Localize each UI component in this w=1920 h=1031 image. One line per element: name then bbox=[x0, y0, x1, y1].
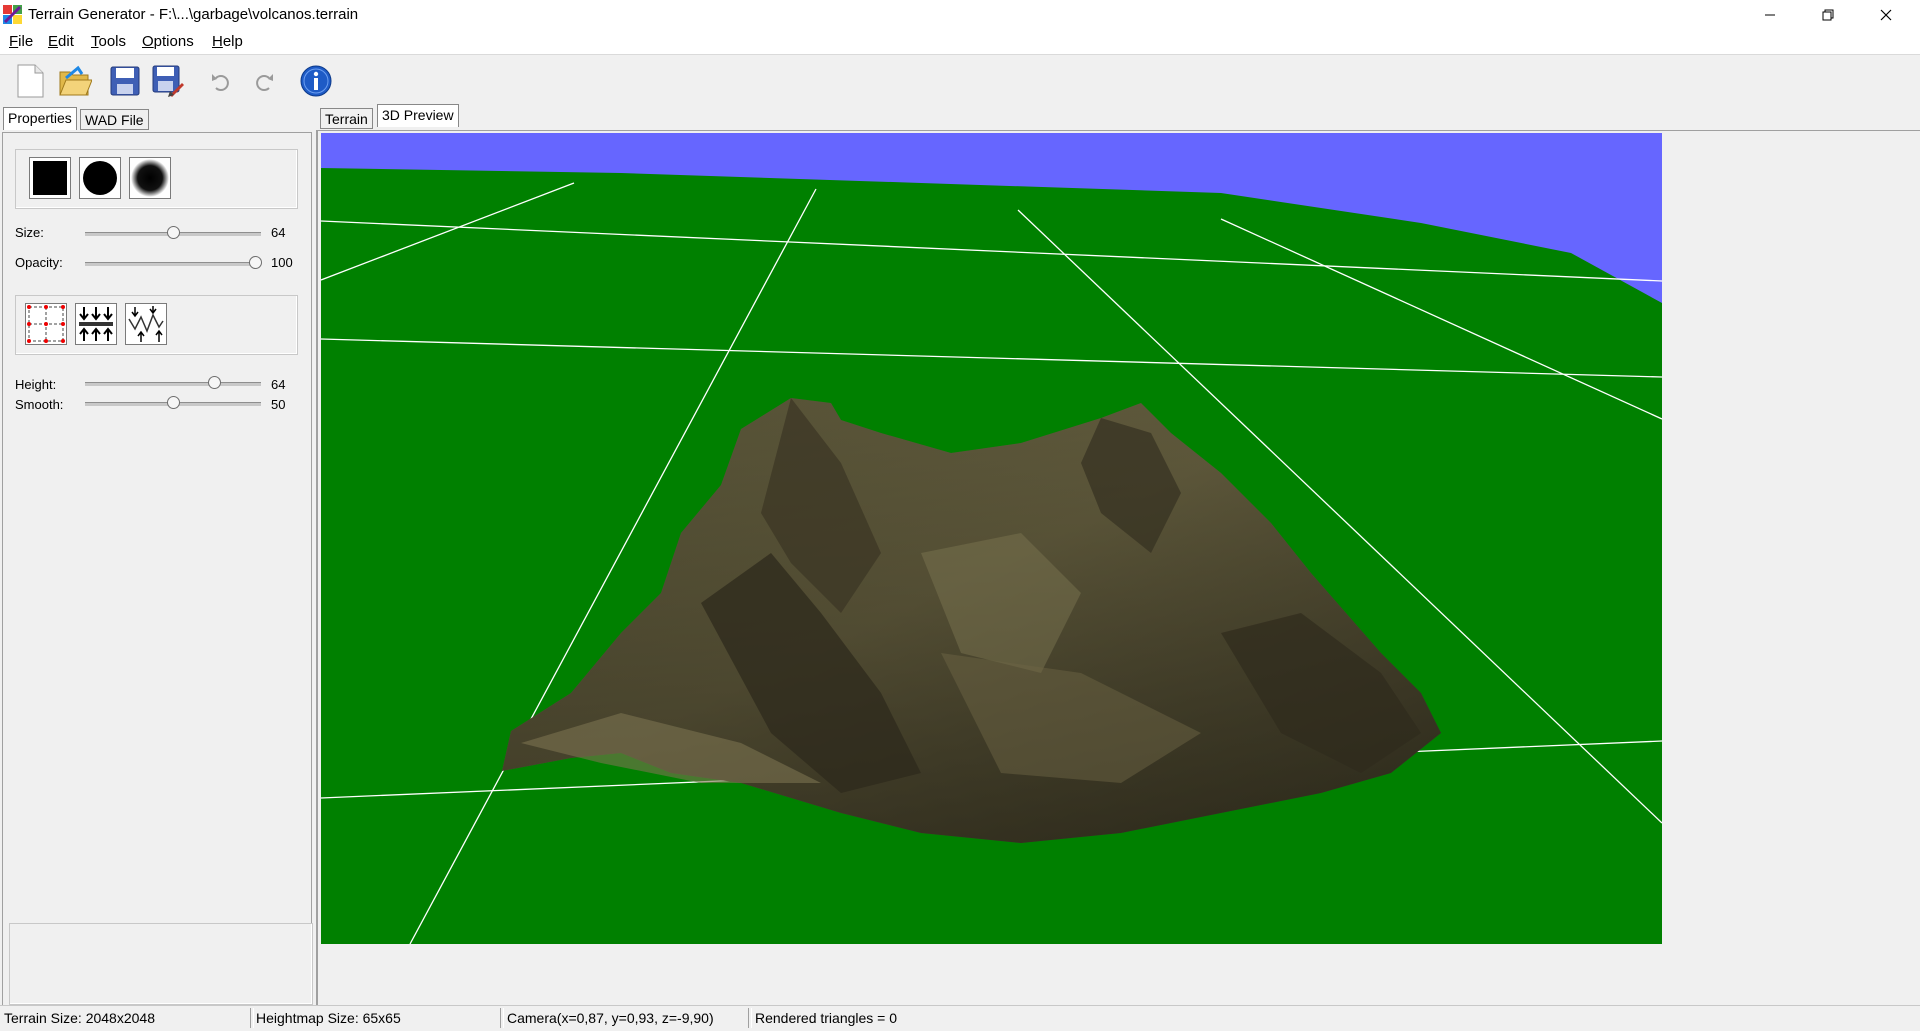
status-bar: Terrain Size: 2048x2048 Heightmap Size: … bbox=[0, 1005, 1920, 1031]
properties-panel: Size: 64 Opacity: 100 Height: 64 Smooth:… bbox=[2, 132, 313, 1008]
flatten-tool-button[interactable] bbox=[75, 303, 117, 345]
save-as-button[interactable] bbox=[150, 63, 186, 99]
smooth-slider-thumb[interactable] bbox=[167, 396, 180, 409]
3d-preview-viewport[interactable] bbox=[321, 133, 1662, 944]
undo-button[interactable] bbox=[203, 63, 239, 99]
undo-icon bbox=[212, 74, 229, 91]
status-separator bbox=[748, 1008, 752, 1028]
opacity-slider[interactable] bbox=[85, 256, 262, 270]
height-slider-thumb[interactable] bbox=[208, 376, 221, 389]
opacity-label: Opacity: bbox=[15, 255, 63, 270]
redo-icon bbox=[256, 74, 273, 91]
smooth-value: 50 bbox=[271, 397, 286, 412]
save-icon bbox=[110, 66, 140, 96]
flatten-icon bbox=[79, 307, 113, 341]
height-slider[interactable] bbox=[85, 376, 261, 390]
new-file-icon bbox=[17, 64, 44, 98]
menu-edit[interactable]: Edit bbox=[48, 33, 74, 50]
size-value: 64 bbox=[271, 225, 286, 240]
brush-tool-group bbox=[15, 295, 298, 355]
menu-file[interactable]: File bbox=[9, 33, 33, 50]
select-tool-button[interactable] bbox=[25, 303, 67, 345]
opacity-slider-thumb[interactable] bbox=[249, 256, 262, 269]
redo-button[interactable] bbox=[246, 63, 282, 99]
size-label: Size: bbox=[15, 225, 44, 240]
status-terrain-size: Terrain Size: 2048x2048 bbox=[4, 1010, 155, 1026]
minimize-button[interactable] bbox=[1741, 0, 1799, 30]
tab-terrain[interactable]: Terrain bbox=[320, 108, 373, 129]
status-heightmap-size: Heightmap Size: 65x65 bbox=[256, 1010, 401, 1026]
tab-properties[interactable]: Properties bbox=[3, 107, 77, 130]
soft-brush-button[interactable] bbox=[129, 157, 171, 199]
height-value: 64 bbox=[271, 377, 286, 392]
save-as-icon bbox=[152, 65, 184, 97]
minimize-icon bbox=[1765, 14, 1775, 16]
window-title: Terrain Generator - F:\...\garbage\volca… bbox=[28, 6, 359, 23]
close-icon bbox=[1880, 9, 1892, 21]
info-icon bbox=[300, 65, 332, 97]
toolbar bbox=[0, 55, 1920, 105]
left-panel: Properties WAD File Size: 64 Opacity: 10… bbox=[0, 105, 314, 1008]
circle-brush-button[interactable] bbox=[79, 157, 121, 199]
opacity-value: 100 bbox=[271, 255, 293, 270]
status-separator bbox=[250, 1008, 254, 1028]
status-triangles: Rendered triangles = 0 bbox=[755, 1010, 898, 1026]
restore-icon bbox=[1822, 9, 1834, 21]
app-icon bbox=[3, 5, 22, 24]
menu-tools[interactable]: Tools bbox=[91, 33, 126, 50]
brush-shape-group bbox=[15, 149, 298, 209]
close-button[interactable] bbox=[1857, 0, 1915, 30]
open-folder-icon bbox=[59, 65, 92, 96]
square-brush-icon bbox=[33, 161, 67, 195]
circle-brush-icon bbox=[83, 161, 117, 195]
opacity-slider-track bbox=[85, 262, 261, 266]
title-bar: Terrain Generator - F:\...\garbage\volca… bbox=[0, 0, 1920, 30]
tab-wad-file[interactable]: WAD File bbox=[80, 109, 149, 130]
save-button[interactable] bbox=[107, 63, 143, 99]
soft-brush-icon bbox=[131, 159, 169, 197]
height-slider-track bbox=[85, 382, 261, 386]
info-button[interactable] bbox=[298, 63, 334, 99]
new-button[interactable] bbox=[12, 63, 48, 99]
status-separator bbox=[500, 1008, 504, 1028]
status-camera: Camera(x=0,87, y=0,93, z=-9,90) bbox=[507, 1010, 714, 1026]
noise-wave-icon bbox=[128, 306, 164, 342]
tab-3d-preview[interactable]: 3D Preview bbox=[377, 104, 459, 127]
smooth-label: Smooth: bbox=[15, 397, 64, 412]
square-brush-button[interactable] bbox=[29, 157, 71, 199]
size-slider[interactable] bbox=[85, 226, 261, 240]
noise-tool-button[interactable] bbox=[125, 303, 167, 345]
select-grid-icon bbox=[27, 305, 65, 343]
menu-help[interactable]: Help bbox=[212, 33, 243, 50]
info-box bbox=[9, 923, 313, 1005]
size-slider-thumb[interactable] bbox=[167, 226, 180, 239]
height-label: Height: bbox=[15, 377, 57, 392]
menu-bar: File Edit Tools Options Help bbox=[0, 30, 1920, 55]
menu-options[interactable]: Options bbox=[142, 33, 194, 50]
restore-button[interactable] bbox=[1799, 0, 1857, 30]
smooth-slider[interactable] bbox=[85, 396, 261, 410]
open-button[interactable] bbox=[57, 63, 93, 99]
